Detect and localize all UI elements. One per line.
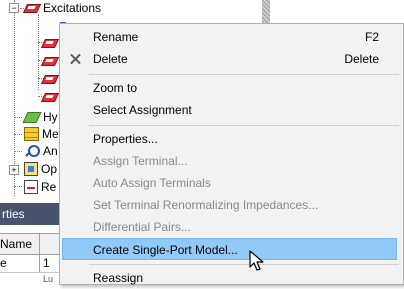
menu-item-delete[interactable]: Delete Delete (62, 48, 401, 70)
tree-node-label: Op (41, 162, 58, 176)
menu-item-auto-assign-terminals[interactable]: Auto Assign Terminals (62, 172, 401, 194)
menu-item-properties[interactable]: Properties... (62, 128, 401, 150)
menu-separator (89, 74, 399, 75)
menu-item-label: Properties... (93, 132, 158, 146)
menu-item-set-terminal-renormalizing-impedances[interactable]: Set Terminal Renormalizing Impedances... (62, 194, 401, 216)
menu-item-label: Create Single-Port Model... (93, 243, 238, 257)
hybrid-region-icon (24, 110, 40, 124)
excitation-icon (24, 1, 40, 15)
menu-item-shortcut: F2 (364, 30, 379, 44)
excitation-icon (42, 90, 58, 104)
tree-node-label: Re (41, 180, 57, 194)
menu-item-assign-terminal[interactable]: Assign Terminal... (62, 150, 401, 172)
close-icon (68, 52, 82, 66)
menu-separator (89, 264, 399, 265)
tree-node-label: An (43, 144, 58, 158)
menu-item-label: Auto Assign Terminals (93, 176, 211, 190)
expand-toggle[interactable]: + (9, 165, 19, 175)
tree-node-mesh[interactable]: Me (24, 126, 59, 142)
tree-node-excitations[interactable]: Excitations (24, 0, 101, 16)
excitation-icon (42, 54, 58, 68)
analysis-icon (24, 144, 40, 158)
menu-separator (89, 125, 399, 126)
menu-item-label: Set Terminal Renormalizing Impedances... (93, 198, 319, 212)
tree-node-label: Excitations (43, 1, 102, 15)
mouse-pointer-icon (249, 250, 264, 271)
menu-item-label: Differential Pairs... (93, 220, 191, 234)
excitation-icon (42, 36, 58, 50)
tree-node-hybrid[interactable]: Hy (24, 109, 58, 125)
menu-item-rename[interactable]: Rename F2 (62, 26, 401, 48)
menu-item-differential-pairs[interactable]: Differential Pairs... (62, 216, 401, 238)
context-menu: Rename F2 Delete Delete Zoom to Select A… (59, 23, 404, 285)
tree-node-results[interactable]: Re (24, 179, 56, 195)
menu-item-label: Select Assignment (93, 103, 192, 117)
mesh-icon (24, 127, 39, 141)
tree-node-label: Hy (43, 110, 58, 124)
menu-item-label: Rename (93, 30, 139, 44)
tree-node-analysis[interactable]: An (24, 143, 58, 159)
tree-node-label: Me (42, 127, 59, 141)
menu-item-create-single-port-model[interactable]: Create Single-Port Model... (62, 238, 397, 260)
menu-item-label: Zoom to (93, 81, 138, 95)
menu-item-shortcut: Delete (344, 52, 379, 66)
menu-item-reassign[interactable]: Reassign (62, 267, 401, 289)
tree-node-optimetrics[interactable]: Op (24, 161, 57, 177)
menu-item-label: Reassign (93, 271, 144, 285)
menu-item-label: Delete (93, 52, 128, 66)
excitation-icon (42, 72, 58, 86)
panel-title: rties (2, 207, 25, 221)
optimetrics-icon (24, 162, 38, 176)
collapse-toggle[interactable]: − (9, 3, 19, 13)
menu-item-label: Assign Terminal... (93, 154, 188, 168)
menu-item-select-assignment[interactable]: Select Assignment (62, 99, 401, 121)
results-icon (24, 180, 38, 194)
menu-item-zoom-to[interactable]: Zoom to (62, 77, 401, 99)
table-cell: e (0, 254, 40, 272)
column-header-name[interactable]: Name (0, 234, 40, 254)
